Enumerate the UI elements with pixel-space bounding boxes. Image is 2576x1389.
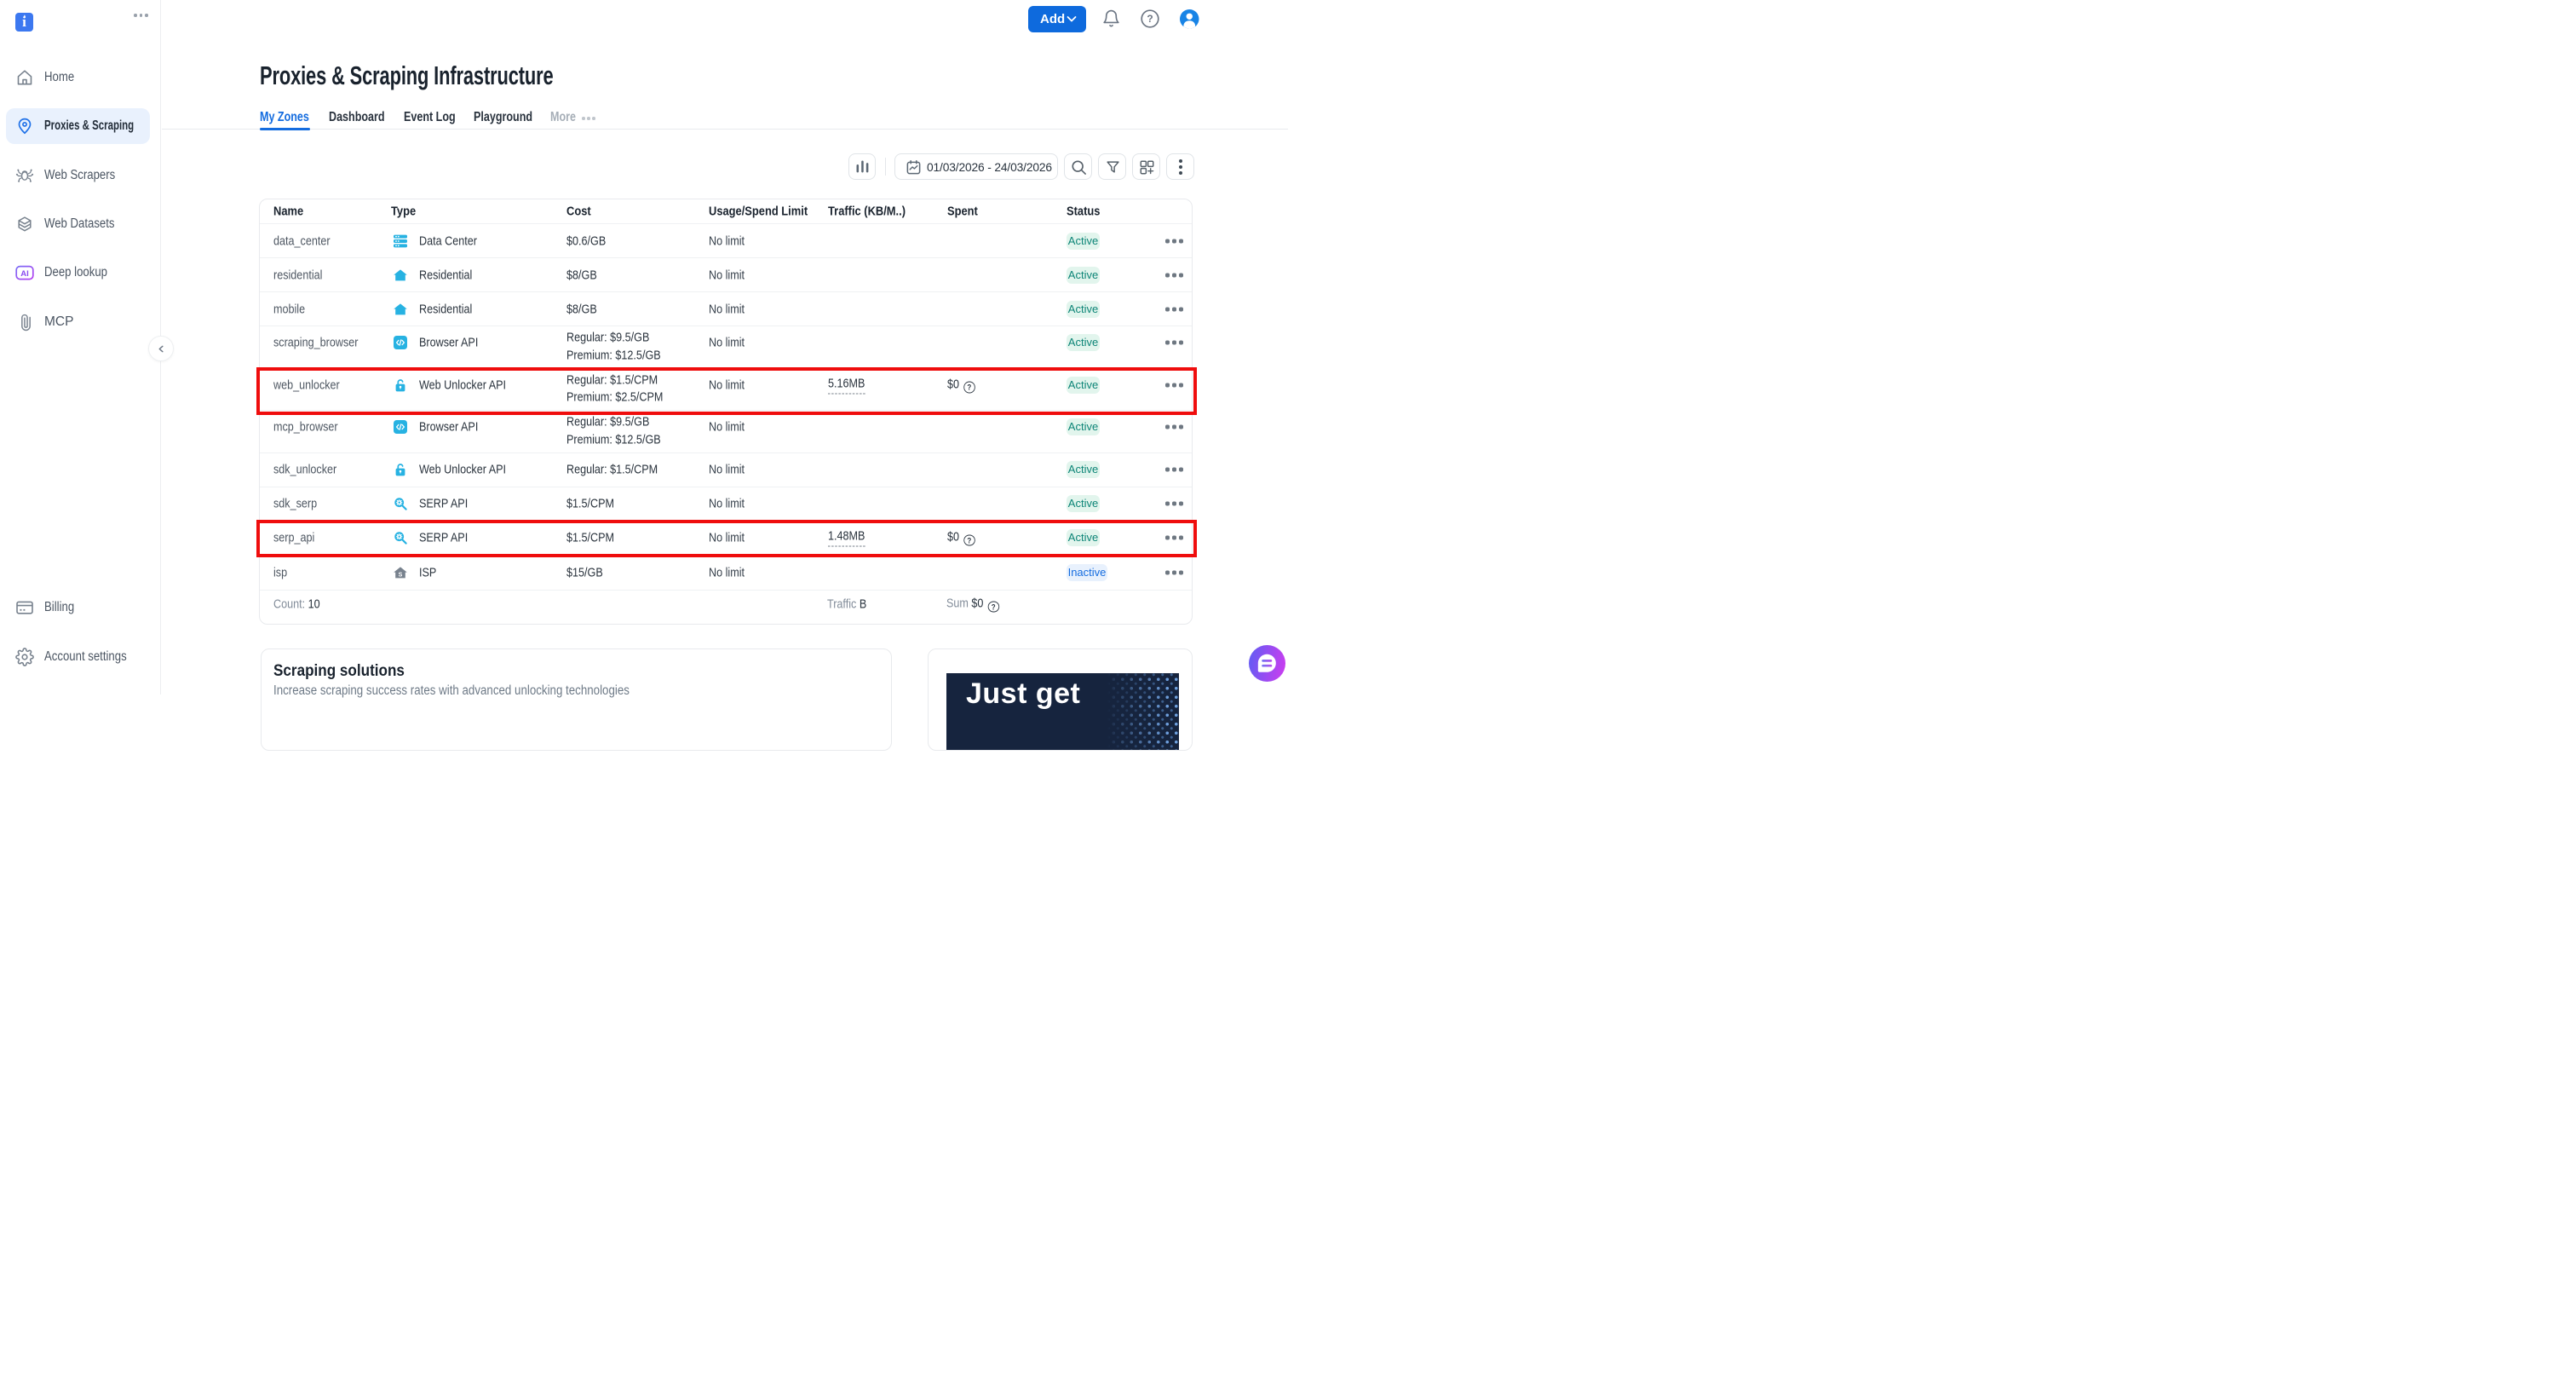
svg-text:AI: AI — [20, 269, 29, 279]
svg-text:S: S — [399, 572, 403, 578]
